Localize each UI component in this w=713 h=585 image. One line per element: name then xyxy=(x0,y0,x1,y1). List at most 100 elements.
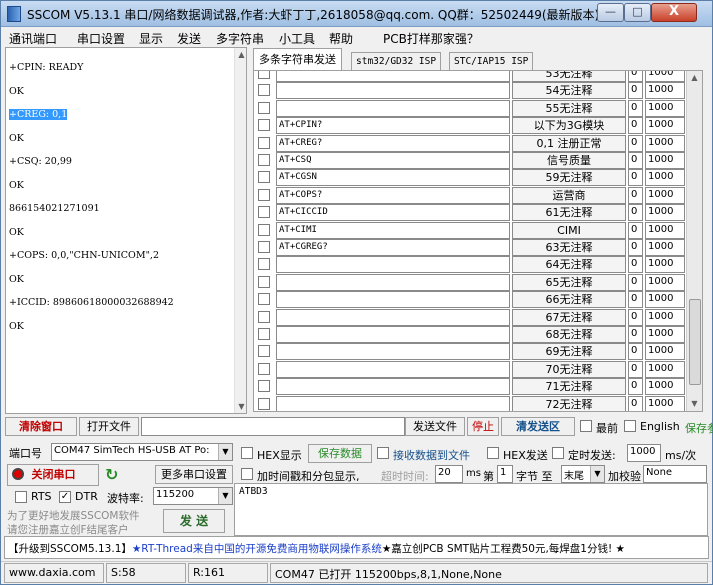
row-hex-checkbox[interactable] xyxy=(258,293,270,306)
send-text-area[interactable]: ATBD3 xyxy=(234,483,708,536)
row-order-field[interactable]: 0 xyxy=(628,291,643,309)
row-order-field[interactable]: 0 xyxy=(628,169,643,187)
row-order-field[interactable]: 0 xyxy=(628,239,643,256)
row-hex-checkbox[interactable] xyxy=(258,84,270,97)
row-command-field[interactable]: AT+CIMI xyxy=(276,221,510,239)
minimize-button[interactable]: — xyxy=(597,3,624,22)
row-order-field[interactable]: 0 xyxy=(628,99,643,117)
stop-button[interactable]: 停止 xyxy=(467,417,499,436)
scroll-up-icon[interactable]: ▲ xyxy=(688,71,701,84)
row-order-field[interactable]: 0 xyxy=(628,152,643,169)
row-command-field[interactable]: AT+COPS? xyxy=(276,186,510,204)
receive-scrollbar[interactable]: ▲ ▼ xyxy=(234,48,246,413)
row-command-field[interactable]: AT+CGSN xyxy=(276,169,510,187)
row-hex-checkbox[interactable] xyxy=(258,188,270,201)
menu-comm-port[interactable]: 通讯端口 xyxy=(9,30,57,47)
maximize-button[interactable]: □ xyxy=(624,3,651,22)
scroll-down-icon[interactable]: ▼ xyxy=(235,400,246,413)
dtr-checkbox[interactable]: ✓ xyxy=(59,491,71,503)
row-command-field[interactable] xyxy=(276,82,510,100)
clear-window-button[interactable]: 清除窗口 xyxy=(5,417,77,436)
timeout-field[interactable]: 20 xyxy=(435,465,463,483)
row-hex-checkbox[interactable] xyxy=(258,310,270,323)
row-send-button[interactable]: 信号质量 xyxy=(512,152,626,169)
receive-area[interactable]: +CPIN: READY OK +CREG: 0,1 OK +CSQ: 20,99 OK 8… xyxy=(5,47,247,414)
save-params-button[interactable]: 保存参数 xyxy=(685,420,713,436)
row-command-field[interactable]: AT+CICCID xyxy=(276,204,510,222)
send-button[interactable]: 发 送 xyxy=(163,509,225,533)
tab-stc-isp[interactable]: STC/IAP15 ISP xyxy=(449,52,534,70)
end-select[interactable]: 末尾 ▼ xyxy=(561,465,605,483)
row-command-field[interactable]: AT+CPIN? xyxy=(276,117,510,135)
menu-display[interactable]: 显示 xyxy=(139,30,163,47)
row-hex-checkbox[interactable] xyxy=(258,241,270,253)
promo-rtthread[interactable]: ★RT-Thread来自中国的开源免费商用物联网操作系统 xyxy=(132,543,382,555)
chevron-down-icon[interactable]: ▼ xyxy=(218,444,232,460)
row-send-button[interactable]: 55无注释 xyxy=(512,99,626,117)
scroll-down-icon[interactable]: ▼ xyxy=(688,397,701,410)
row-delay-field[interactable]: 1000 xyxy=(645,134,685,152)
timestamp-checkbox[interactable] xyxy=(241,468,253,480)
row-command-field[interactable]: AT+CSQ xyxy=(276,152,510,169)
row-order-field[interactable]: 0 xyxy=(628,273,643,291)
row-hex-checkbox[interactable] xyxy=(258,154,270,166)
row-hex-checkbox[interactable] xyxy=(258,345,270,358)
row-hex-checkbox[interactable] xyxy=(258,101,270,114)
row-command-field[interactable] xyxy=(276,326,510,343)
row-delay-field[interactable]: 1000 xyxy=(645,117,685,135)
row-delay-field[interactable]: 1000 xyxy=(645,221,685,239)
row-hex-checkbox[interactable] xyxy=(258,380,270,393)
timed-send-checkbox[interactable] xyxy=(552,447,564,459)
row-send-button[interactable]: CIMI xyxy=(512,221,626,239)
grid-scroll-thumb[interactable] xyxy=(689,299,701,385)
top-most-checkbox[interactable] xyxy=(580,420,592,432)
row-delay-field[interactable]: 1000 xyxy=(645,71,685,82)
row-send-button[interactable]: 69无注释 xyxy=(512,343,626,361)
menu-help[interactable]: 帮助 xyxy=(329,30,353,47)
open-file-button[interactable]: 打开文件 xyxy=(79,417,139,436)
row-send-button[interactable]: 63无注释 xyxy=(512,239,626,256)
save-data-button[interactable]: 保存数据 xyxy=(308,444,372,463)
row-send-button[interactable]: 66无注释 xyxy=(512,291,626,309)
row-command-field[interactable] xyxy=(276,360,510,378)
row-command-field[interactable] xyxy=(276,256,510,274)
promo-upgrade[interactable]: 【升级到SSCOM5.13.1】 xyxy=(8,543,132,555)
row-command-field[interactable]: AT+CREG? xyxy=(276,134,510,152)
row-delay-field[interactable]: 1000 xyxy=(645,326,685,343)
byte-no-field[interactable]: 1 xyxy=(497,465,513,483)
chevron-down-icon[interactable]: ▼ xyxy=(218,488,232,504)
refresh-icon[interactable]: ↻ xyxy=(105,465,118,484)
row-hex-checkbox[interactable] xyxy=(258,171,270,184)
row-send-button[interactable]: 54无注释 xyxy=(512,82,626,100)
menu-tools[interactable]: 小工具 xyxy=(279,30,315,47)
row-send-button[interactable]: 68无注释 xyxy=(512,326,626,343)
row-hex-checkbox[interactable] xyxy=(258,119,270,132)
menu-send[interactable]: 发送 xyxy=(177,30,201,47)
grid-scrollbar[interactable]: ▲ ▼ xyxy=(686,71,702,411)
row-hex-checkbox[interactable] xyxy=(258,71,270,79)
row-hex-checkbox[interactable] xyxy=(258,223,270,236)
row-delay-field[interactable]: 1000 xyxy=(645,99,685,117)
tab-multi-string[interactable]: 多条字符串发送 xyxy=(253,48,342,71)
chevron-down-icon[interactable]: ▼ xyxy=(590,466,604,482)
baud-select[interactable]: 115200 ▼ xyxy=(153,487,233,505)
rts-checkbox[interactable] xyxy=(15,491,27,503)
row-command-field[interactable] xyxy=(276,343,510,361)
row-delay-field[interactable]: 1000 xyxy=(645,152,685,169)
row-hex-checkbox[interactable] xyxy=(258,206,270,219)
row-send-button[interactable]: 53无注释 xyxy=(512,71,626,82)
row-hex-checkbox[interactable] xyxy=(258,328,270,340)
timed-send-interval[interactable]: 1000 xyxy=(627,444,661,462)
row-order-field[interactable]: 0 xyxy=(628,360,643,378)
row-delay-field[interactable]: 1000 xyxy=(645,169,685,187)
row-send-button[interactable]: 64无注释 xyxy=(512,256,626,274)
row-order-field[interactable]: 0 xyxy=(628,221,643,239)
row-send-button[interactable]: 65无注释 xyxy=(512,273,626,291)
row-order-field[interactable]: 0 xyxy=(628,395,643,411)
send-file-button[interactable]: 发送文件 xyxy=(405,417,465,436)
row-order-field[interactable]: 0 xyxy=(628,71,643,82)
row-delay-field[interactable]: 1000 xyxy=(645,239,685,256)
row-command-field[interactable] xyxy=(276,71,510,82)
row-send-button[interactable]: 61无注释 xyxy=(512,204,626,222)
checksum-select[interactable]: None xyxy=(643,465,707,483)
